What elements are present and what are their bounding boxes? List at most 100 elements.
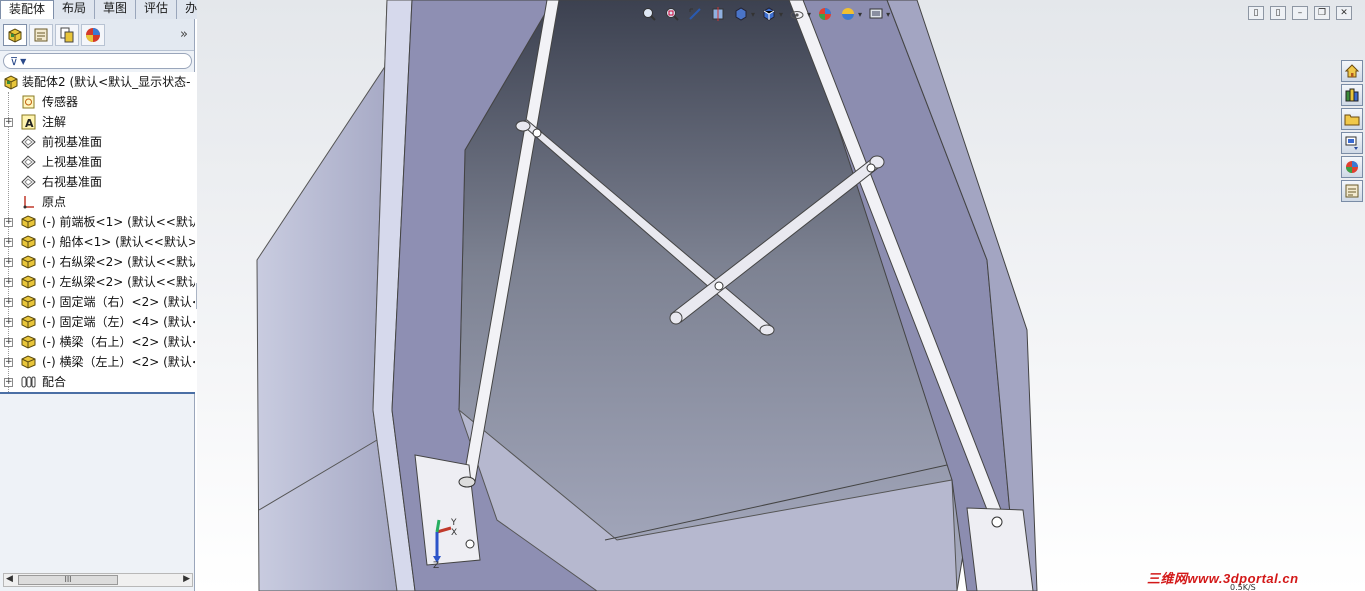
heads-up-view-toolbar: ▾ ▾ ▾ ▾ ▾ bbox=[640, 4, 890, 24]
tree-item[interactable]: + A 注解 bbox=[0, 112, 195, 132]
hide-show-icon[interactable] bbox=[788, 5, 806, 23]
zoom-area-icon[interactable] bbox=[663, 5, 681, 23]
tree-item[interactable]: 右视基准面 bbox=[0, 172, 195, 192]
expand-toggle-icon[interactable]: + bbox=[4, 338, 13, 347]
axis-x-label: X bbox=[451, 528, 458, 538]
document-window-controls: ▯ ▯ – ❐ ✕ bbox=[1248, 6, 1352, 20]
tree-item-label: (-) 左纵梁<2> (默认<<默认 bbox=[42, 275, 195, 289]
expand-toggle-icon[interactable]: + bbox=[4, 358, 13, 367]
tree-item[interactable]: 上视基准面 bbox=[0, 152, 195, 172]
tree-item[interactable]: + (-) 左纵梁<2> (默认<<默认 bbox=[0, 272, 195, 292]
origin-icon bbox=[20, 194, 37, 210]
configuration-manager-icon[interactable] bbox=[55, 23, 79, 46]
feature-manager-icon[interactable] bbox=[3, 23, 27, 46]
previous-view-icon[interactable] bbox=[686, 5, 704, 23]
tab-assembly[interactable]: 装配体 bbox=[0, 0, 55, 20]
tree-item-label: 注解 bbox=[42, 115, 67, 129]
restore-icon[interactable]: ❐ bbox=[1314, 6, 1330, 20]
feature-manager-panel: » ⊽ ▼ 装配体2 (默认<默认_显示状态- 传感器 + A 注解前视基准面上视基准… bbox=[0, 19, 195, 591]
assembly-icon bbox=[4, 75, 18, 90]
minimize-icon[interactable]: – bbox=[1292, 6, 1308, 20]
coordinate-triad: X Y Z bbox=[425, 518, 465, 573]
tree-item[interactable]: + (-) 固定端（左）<4> (默认< bbox=[0, 312, 195, 332]
tree-item[interactable]: + (-) 右纵梁<2> (默认<<默认 bbox=[0, 252, 195, 272]
design-library-icon[interactable] bbox=[1341, 84, 1363, 106]
graphics-viewport[interactable]: X Y Z bbox=[197, 0, 1365, 591]
edit-appearance-icon[interactable] bbox=[816, 5, 834, 23]
scroll-thumb[interactable]: III bbox=[18, 575, 118, 585]
task-pane-tabs bbox=[1341, 60, 1365, 204]
tab-sketch[interactable]: 草图 bbox=[95, 0, 137, 19]
expand-toggle-icon[interactable]: + bbox=[4, 278, 13, 287]
tile-right-icon[interactable]: ▯ bbox=[1270, 6, 1286, 20]
scroll-left-icon[interactable]: ◀ bbox=[6, 574, 13, 584]
view-palette-icon[interactable] bbox=[1341, 132, 1363, 154]
custom-properties-icon[interactable] bbox=[1341, 180, 1363, 202]
tree-item-label: 右视基准面 bbox=[42, 175, 103, 189]
tree-item[interactable]: 传感器 bbox=[0, 92, 195, 112]
expand-toggle-icon[interactable]: + bbox=[4, 218, 13, 227]
tree-item[interactable]: + (-) 前端板<1> (默认<<默认 bbox=[0, 212, 195, 232]
display-style-icon[interactable] bbox=[760, 5, 778, 23]
tree-item-label: (-) 横梁（左上）<2> (默认< bbox=[42, 355, 195, 369]
expand-toggle-icon[interactable]: + bbox=[4, 238, 13, 247]
tree-item-label: (-) 固定端（右）<2> (默认< bbox=[42, 295, 195, 309]
display-manager-icon[interactable] bbox=[81, 23, 105, 46]
axis-y-label: Y bbox=[451, 518, 457, 528]
tree-item-label: 配合 bbox=[42, 375, 67, 389]
view-settings-icon[interactable] bbox=[867, 5, 885, 23]
tree-item-label: (-) 固定端（左）<4> (默认< bbox=[42, 315, 195, 329]
tree-item[interactable]: + 配合 bbox=[0, 372, 195, 392]
tree-item-label: (-) 右纵梁<2> (默认<<默认 bbox=[42, 255, 195, 269]
part-icon bbox=[20, 234, 37, 250]
axis-z-label: Z bbox=[433, 561, 440, 571]
file-explorer-icon[interactable] bbox=[1341, 108, 1363, 130]
expand-toggle-icon[interactable]: + bbox=[4, 258, 13, 267]
tree-root-assembly[interactable]: 装配体2 (默认<默认_显示状态- bbox=[0, 72, 195, 92]
plane-icon bbox=[20, 154, 37, 170]
annotation-icon: A bbox=[20, 114, 37, 130]
part-icon bbox=[20, 254, 37, 270]
tree-item[interactable]: 原点 bbox=[0, 192, 195, 212]
tree-item[interactable]: + (-) 固定端（右）<2> (默认< bbox=[0, 292, 195, 312]
plane-icon bbox=[20, 174, 37, 190]
expand-toggle-icon[interactable]: + bbox=[4, 318, 13, 327]
svg-text:A: A bbox=[25, 117, 34, 130]
part-icon bbox=[20, 314, 37, 330]
tree-item-label: (-) 前端板<1> (默认<<默认 bbox=[42, 215, 195, 229]
watermark-text: 三维网www.3dportal.cn bbox=[1147, 571, 1299, 586]
zoom-to-fit-icon[interactable] bbox=[640, 5, 658, 23]
more-tabs-icon[interactable]: » bbox=[180, 27, 188, 42]
assembly-3d-model[interactable] bbox=[197, 0, 1365, 591]
part-icon bbox=[20, 334, 37, 350]
expand-toggle-icon[interactable]: + bbox=[4, 118, 13, 127]
expand-toggle-icon[interactable]: + bbox=[4, 378, 13, 387]
tree-item[interactable]: + (-) 船体<1> (默认<<默认>_ bbox=[0, 232, 195, 252]
tab-layout[interactable]: 布局 bbox=[54, 0, 96, 19]
tile-left-icon[interactable]: ▯ bbox=[1248, 6, 1264, 20]
section-view-icon[interactable] bbox=[709, 5, 727, 23]
cross-pin bbox=[714, 281, 724, 291]
tree-item[interactable]: 前视基准面 bbox=[0, 132, 195, 152]
property-manager-icon[interactable] bbox=[29, 23, 53, 46]
scroll-right-icon[interactable]: ▶ bbox=[183, 574, 190, 584]
close-icon[interactable]: ✕ bbox=[1336, 6, 1352, 20]
tree-horizontal-scrollbar[interactable]: ◀ III ▶ bbox=[3, 573, 193, 587]
tree-item-label: 传感器 bbox=[42, 95, 79, 109]
tree-item-label: 前视基准面 bbox=[42, 135, 103, 149]
home-icon[interactable] bbox=[1341, 60, 1363, 82]
plane-icon bbox=[20, 134, 37, 150]
filter-icon: ⊽ bbox=[10, 54, 19, 68]
apply-scene-icon[interactable] bbox=[839, 5, 857, 23]
feature-tree: 装配体2 (默认<默认_显示状态- 传感器 + A 注解前视基准面上视基准面右视基准面… bbox=[0, 72, 195, 394]
filter-dropdown-icon[interactable]: ▼ bbox=[20, 57, 26, 66]
tree-item[interactable]: + (-) 横梁（右上）<2> (默认< bbox=[0, 332, 195, 352]
view-orientation-icon[interactable] bbox=[732, 5, 750, 23]
tree-item[interactable]: + (-) 横梁（左上）<2> (默认< bbox=[0, 352, 195, 372]
tab-evaluate[interactable]: 评估 bbox=[136, 0, 178, 19]
part-icon bbox=[20, 214, 37, 230]
expand-toggle-icon[interactable]: + bbox=[4, 298, 13, 307]
tree-filter[interactable]: ⊽ ▼ bbox=[3, 53, 192, 69]
appearances-icon[interactable] bbox=[1341, 156, 1363, 178]
network-speed-indicator: 0.5K/S bbox=[1230, 583, 1256, 591]
